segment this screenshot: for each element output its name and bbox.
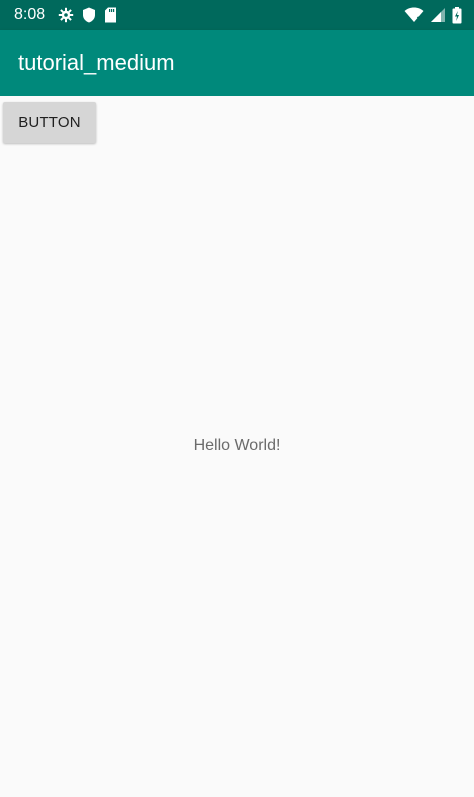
signal-icon — [430, 7, 446, 23]
sd-card-icon — [104, 7, 117, 23]
status-time: 8:08 — [14, 6, 46, 23]
battery-icon — [452, 6, 462, 24]
gear-icon — [58, 7, 74, 23]
main-content: BUTTON Hello World! — [0, 96, 474, 797]
app-title: tutorial_medium — [18, 50, 175, 75]
status-icons-left — [58, 6, 117, 24]
main-button[interactable]: BUTTON — [3, 102, 96, 143]
hello-world-text: Hello World! — [193, 437, 281, 454]
shield-icon — [82, 7, 96, 23]
app-bar: tutorial_medium — [0, 30, 474, 96]
wifi-icon — [404, 7, 424, 23]
status-icons-right — [404, 6, 462, 24]
status-bar: 8:08 — [0, 0, 474, 30]
